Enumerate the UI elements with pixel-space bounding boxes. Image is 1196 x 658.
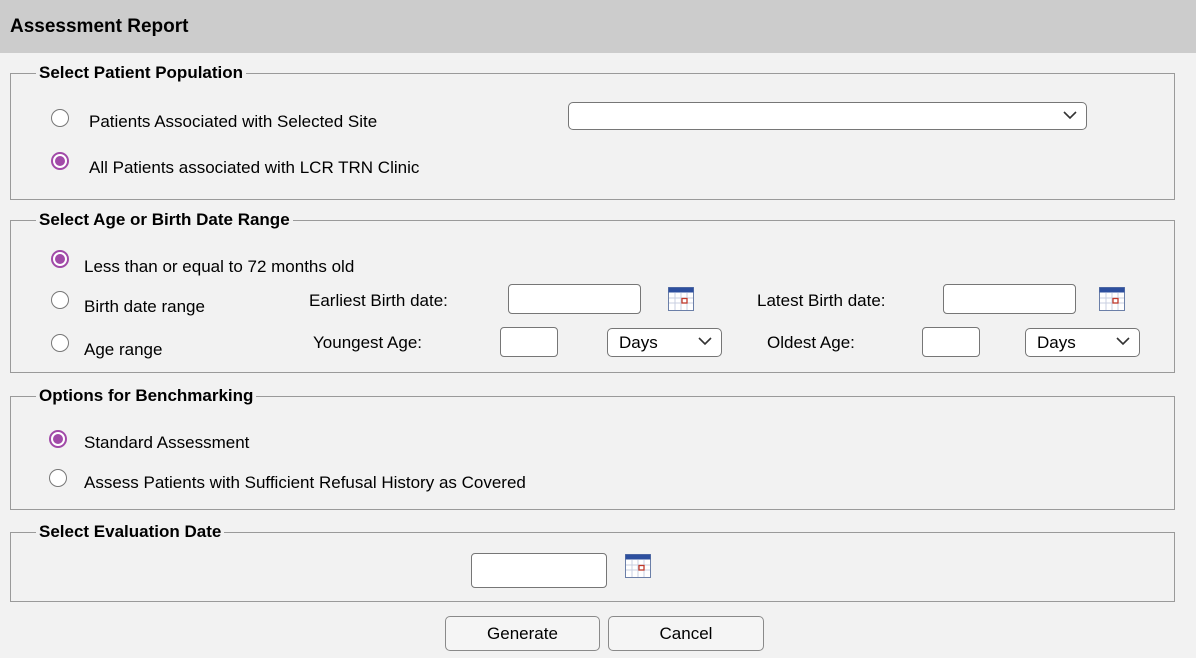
label-earliest-birth-date: Earliest Birth date: (309, 291, 448, 310)
label-birth-date-range: Birth date range (84, 297, 205, 316)
chevron-down-icon (698, 337, 712, 346)
radio-birth-date-range[interactable] (51, 291, 69, 309)
calendar-icon[interactable] (1099, 287, 1125, 311)
evaluation-date-legend: Select Evaluation Date (36, 521, 225, 543)
radio-all-patients[interactable] (51, 152, 69, 170)
calendar-icon[interactable] (668, 287, 694, 311)
chevron-down-icon (1116, 337, 1130, 346)
radio-refusal-history[interactable] (49, 469, 67, 487)
header-bar: Assessment Report (0, 0, 1196, 53)
earliest-birth-date-input[interactable] (508, 284, 641, 314)
site-select[interactable] (568, 102, 1087, 130)
age-range-legend: Select Age or Birth Date Range (36, 209, 293, 231)
label-patients-selected-site: Patients Associated with Selected Site (89, 112, 378, 131)
radio-patients-selected-site[interactable] (51, 109, 69, 127)
benchmarking-section: Options for Benchmarking Standard Assess… (10, 385, 1175, 510)
youngest-age-unit-value: Days (619, 333, 658, 352)
youngest-age-input[interactable] (500, 327, 558, 357)
radio-less-than-72-months[interactable] (51, 250, 69, 268)
label-youngest-age: Youngest Age: (313, 333, 423, 352)
oldest-age-input[interactable] (922, 327, 980, 357)
cancel-button[interactable]: Cancel (608, 616, 764, 651)
patient-population-legend: Select Patient Population (36, 62, 247, 84)
radio-age-range[interactable] (51, 334, 69, 352)
label-age-range: Age range (84, 340, 163, 359)
oldest-age-unit-select[interactable]: Days (1025, 328, 1140, 357)
age-range-section: Select Age or Birth Date Range Less than… (10, 209, 1175, 373)
latest-birth-date-input[interactable] (943, 284, 1076, 314)
page-title: Assessment Report (10, 16, 189, 37)
oldest-age-unit-value: Days (1037, 333, 1076, 352)
patient-population-section: Select Patient Population Patients Assoc… (10, 62, 1175, 200)
label-less-than-72-months: Less than or equal to 72 months old (84, 257, 355, 276)
youngest-age-unit-select[interactable]: Days (607, 328, 722, 357)
assessment-report-page: Assessment Report Select Patient Populat… (0, 0, 1196, 658)
generate-button[interactable]: Generate (445, 616, 600, 651)
chevron-down-icon (1063, 111, 1077, 120)
radio-standard-assessment[interactable] (49, 430, 67, 448)
evaluation-date-section: Select Evaluation Date (10, 521, 1175, 602)
calendar-icon[interactable] (625, 554, 651, 578)
benchmarking-legend: Options for Benchmarking (36, 385, 257, 407)
label-oldest-age: Oldest Age: (767, 333, 855, 352)
label-refusal-history: Assess Patients with Sufficient Refusal … (84, 473, 526, 492)
label-all-patients: All Patients associated with LCR TRN Cli… (89, 158, 420, 177)
evaluation-date-input[interactable] (471, 553, 607, 588)
label-latest-birth-date: Latest Birth date: (757, 291, 886, 310)
label-standard-assessment: Standard Assessment (84, 433, 250, 452)
